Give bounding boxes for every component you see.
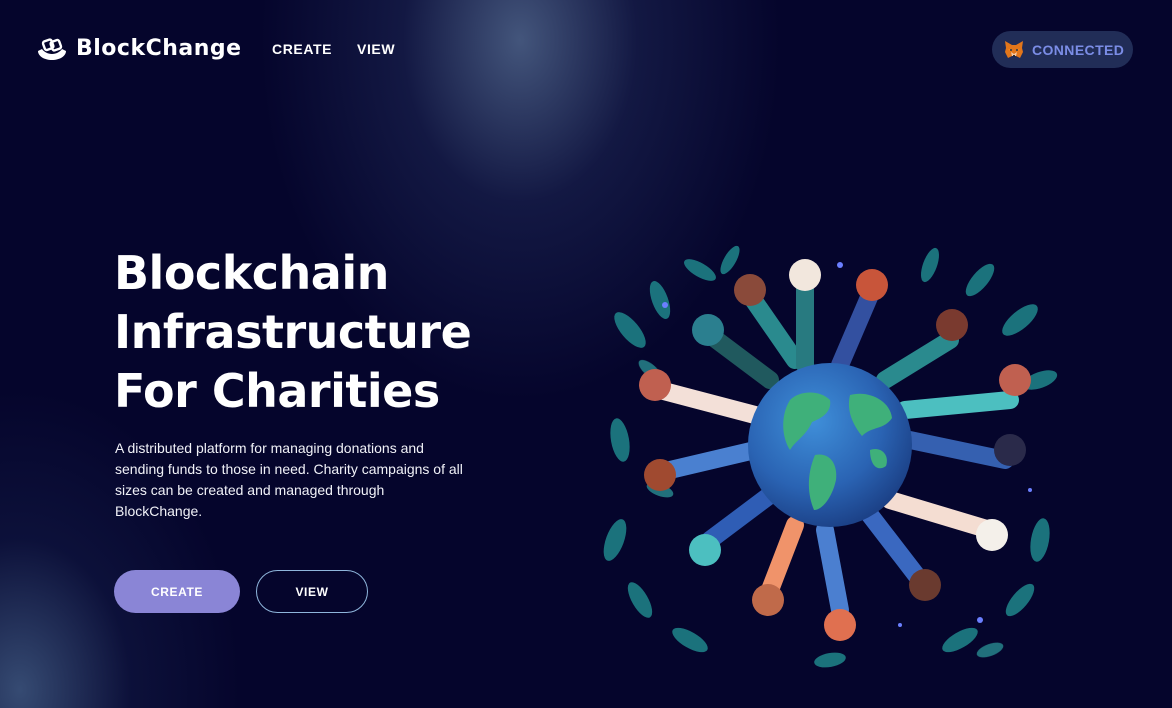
top-navigation: BlockChange CREATE VIEW CONNECTED [0, 0, 1172, 98]
hero-title-line: For Charities [114, 364, 440, 418]
brand-link[interactable]: BlockChange [36, 34, 242, 62]
wallet-connected-button[interactable]: CONNECTED [992, 31, 1133, 68]
view-button[interactable]: VIEW [256, 570, 368, 613]
nav-view-link[interactable]: VIEW [357, 41, 395, 57]
create-button[interactable]: CREATE [114, 570, 240, 613]
brand-name: BlockChange [76, 35, 242, 61]
nav-create-link[interactable]: CREATE [272, 41, 332, 57]
wallet-status-label: CONNECTED [1032, 41, 1125, 58]
people-around-globe-illustration [603, 245, 1058, 668]
hero-description: A distributed platform for managing dona… [115, 440, 463, 519]
hero-title-line: Infrastructure [114, 305, 472, 359]
hero-title: Blockchain Infrastructure For Charities [114, 244, 472, 421]
metamask-fox-icon [1005, 41, 1023, 58]
hero-title-line: Blockchain [114, 246, 389, 300]
blockchain-hand-icon [38, 38, 66, 60]
